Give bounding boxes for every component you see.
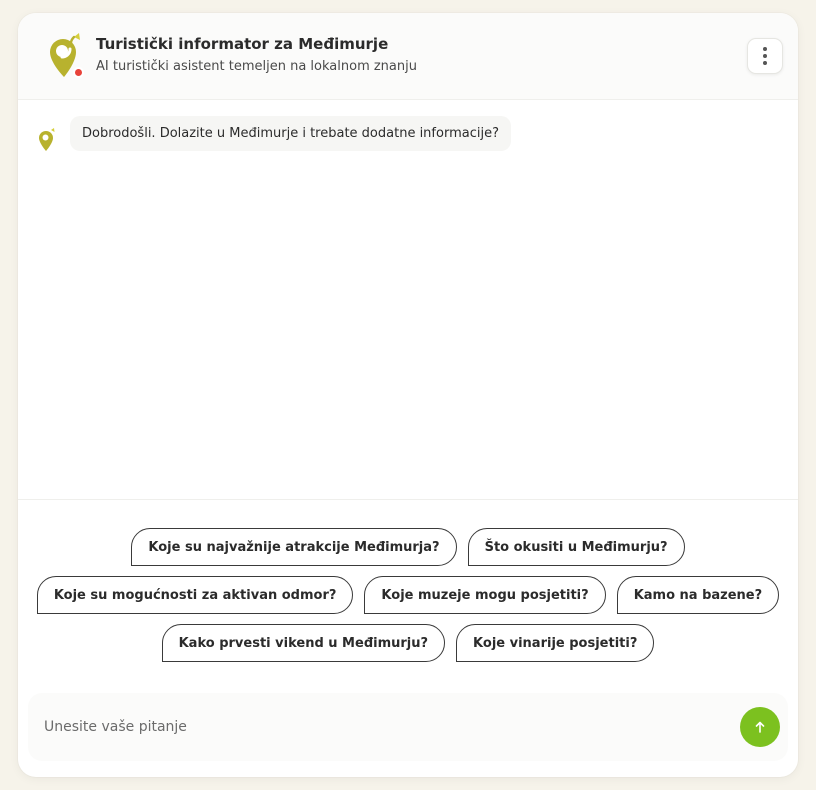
header-subtitle: AI turistički asistent temeljen na lokal… (96, 59, 417, 74)
suggestion-chip-active-holiday[interactable]: Koje su mogućnosti za aktivan odmor? (36, 576, 354, 614)
divider (18, 499, 798, 500)
suggestion-chips: Koje su najvažnije atrakcije Međimurja? … (18, 528, 798, 672)
suggestion-chip-wineries[interactable]: Koje vinarije posjetiti? (456, 624, 655, 662)
arrow-up-icon (755, 721, 765, 733)
chat-window: Turistički informator za Međimurje AI tu… (18, 13, 798, 777)
suggestion-row: Koje su najvažnije atrakcije Međimurja? … (18, 528, 798, 566)
bot-avatar-icon (38, 128, 56, 152)
online-status-dot (73, 67, 84, 78)
bot-message: Dobrodošli. Dolazite u Međimurje i treba… (70, 116, 511, 151)
suggestion-chip-pools[interactable]: Kamo na bazene? (616, 576, 780, 614)
suggestion-row: Kako prvesti vikend u Međimurju? Koje vi… (18, 624, 798, 662)
suggestion-chip-museums[interactable]: Koje muzeje mogu posjetiti? (364, 576, 606, 614)
question-input[interactable] (44, 693, 724, 761)
suggestion-row: Koje su mogućnosti za aktivan odmor? Koj… (18, 576, 798, 614)
message-composer (28, 693, 788, 761)
kebab-menu-icon (763, 47, 767, 51)
chat-header: Turistički informator za Međimurje AI tu… (18, 13, 798, 100)
suggestion-chip-attractions[interactable]: Koje su najvažnije atrakcije Međimurja? (131, 528, 457, 566)
send-button[interactable] (740, 707, 780, 747)
suggestion-chip-weekend[interactable]: Kako prvesti vikend u Međimurju? (161, 624, 446, 662)
suggestion-chip-food[interactable]: Što okusiti u Međimurju? (467, 528, 685, 566)
chat-messages: Dobrodošli. Dolazite u Međimurje i treba… (18, 101, 798, 499)
menu-button[interactable] (747, 38, 783, 74)
header-title: Turistički informator za Međimurje (96, 35, 389, 53)
